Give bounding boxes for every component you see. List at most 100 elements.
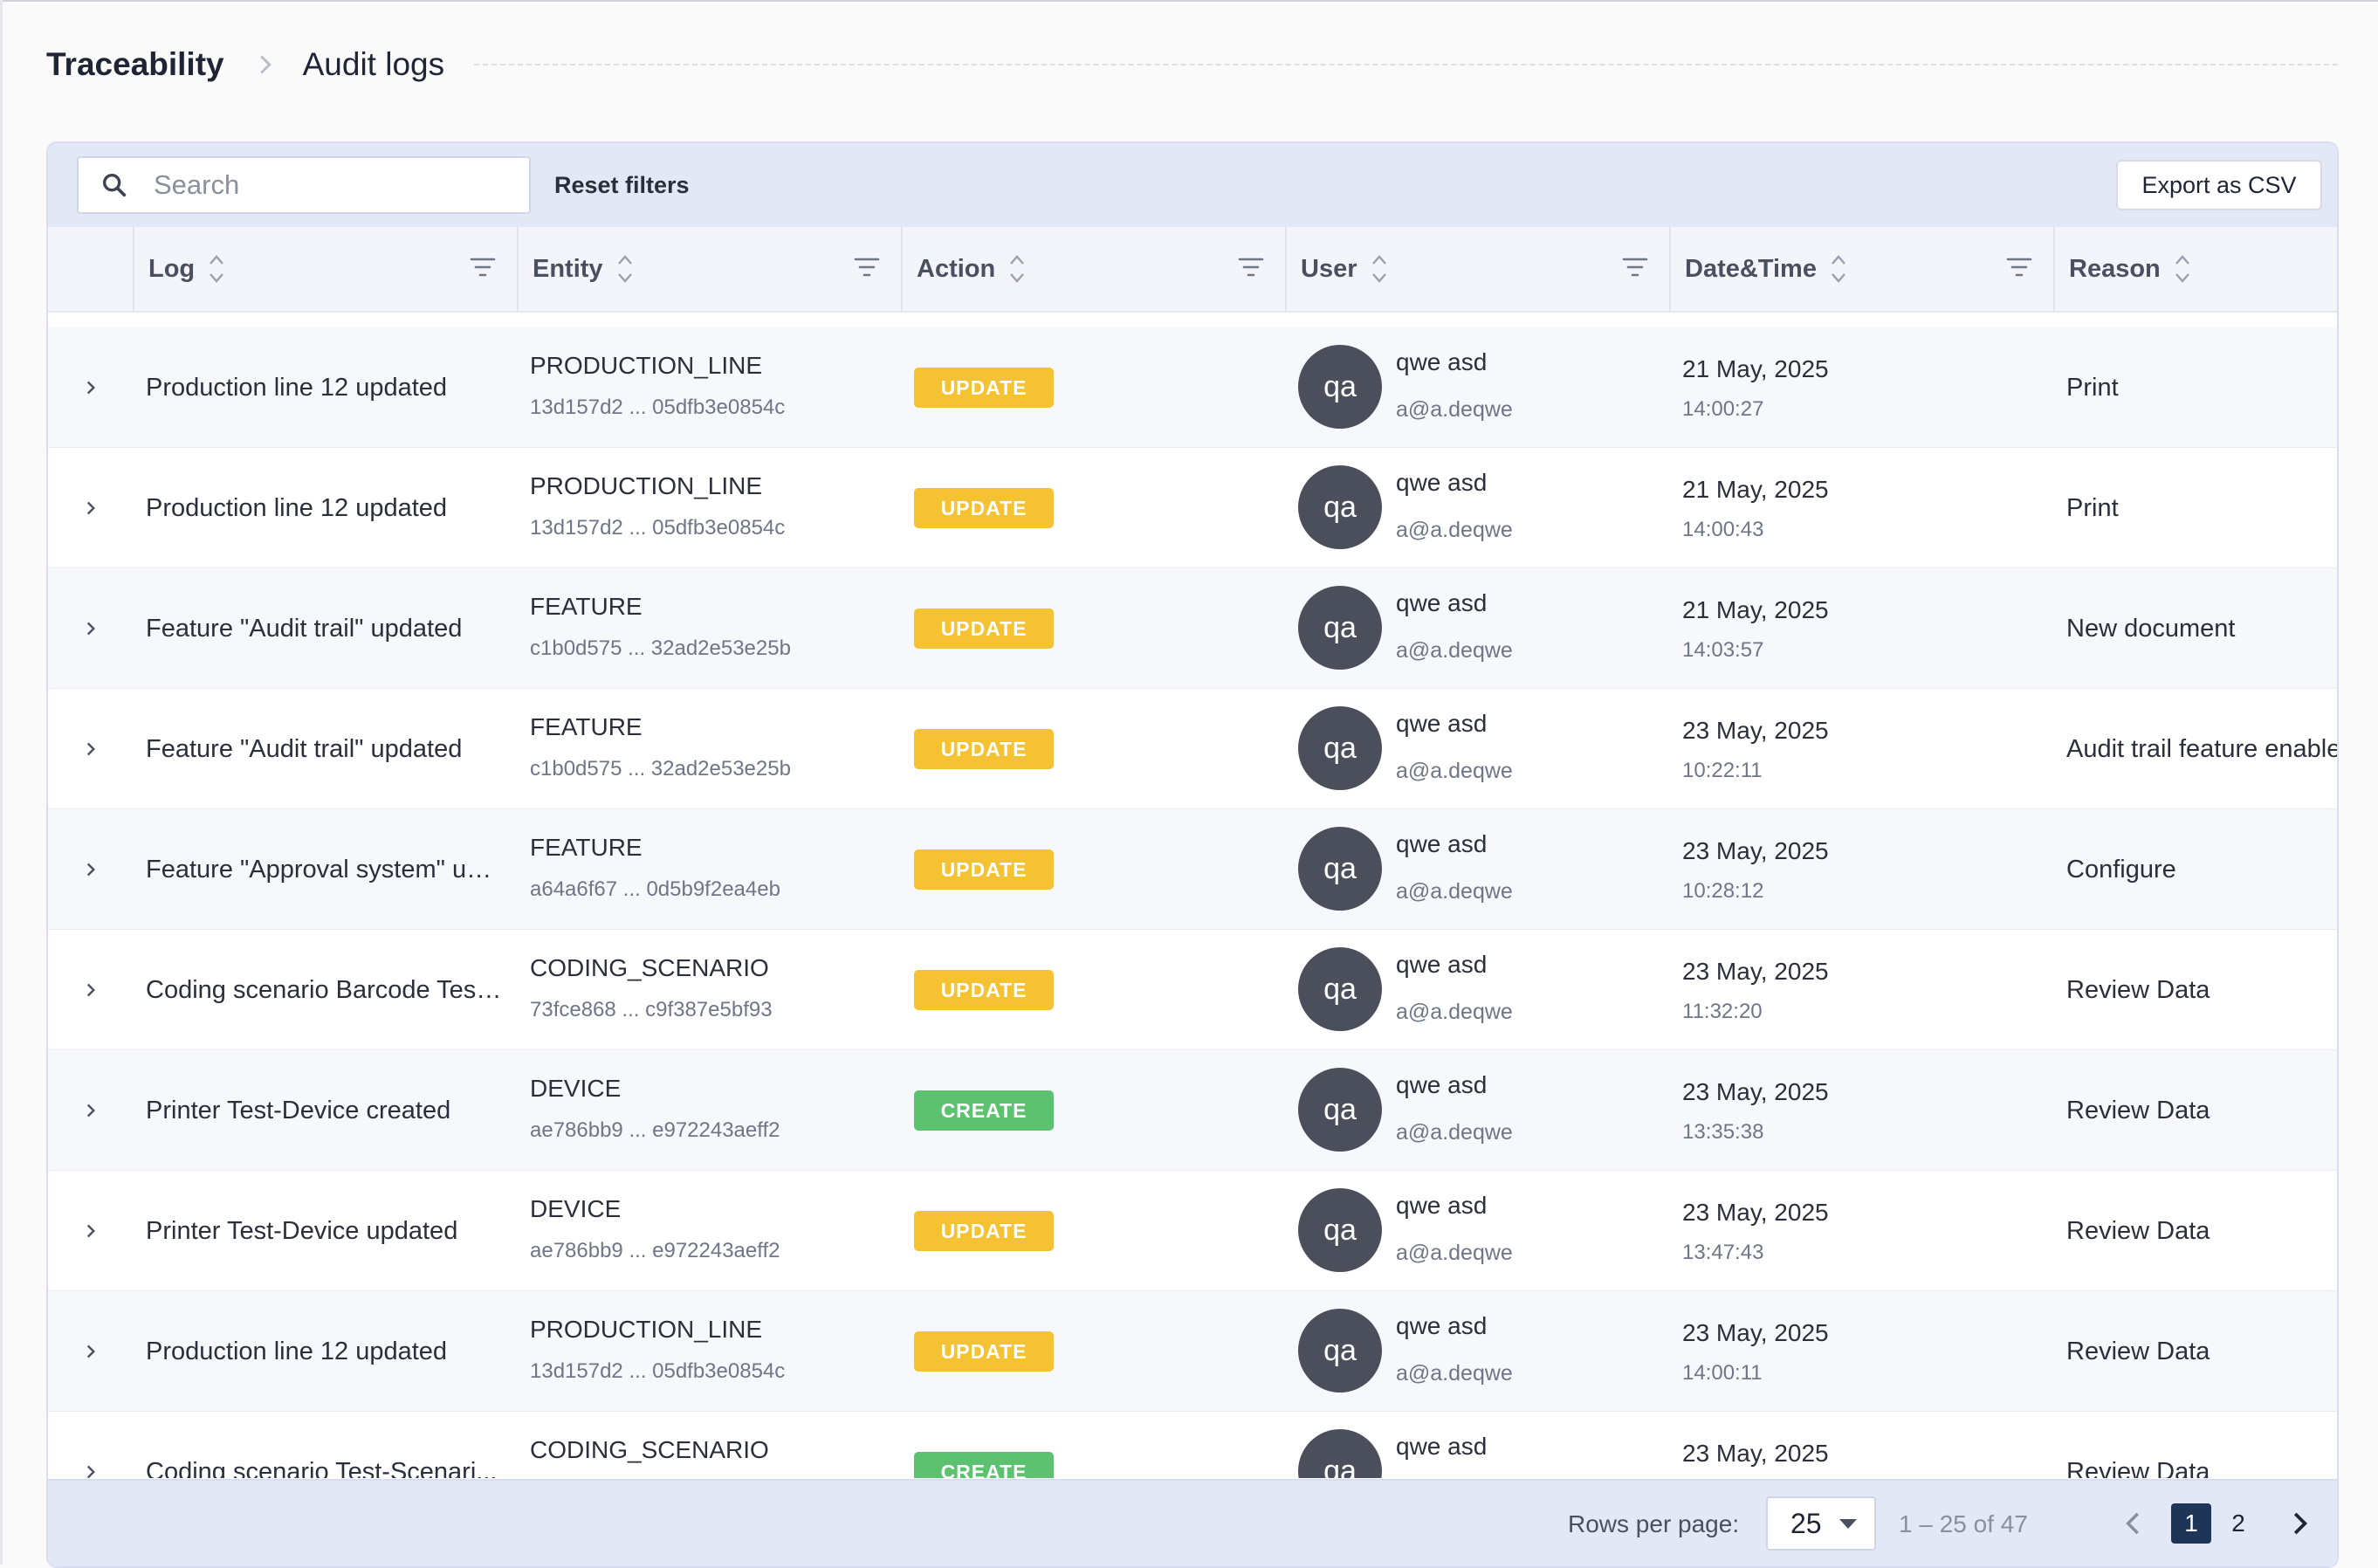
log-date: 21 May, 2025 — [1682, 596, 1829, 623]
column-header-label: Entity — [533, 254, 603, 283]
chevron-right-icon[interactable] — [79, 1099, 102, 1122]
user-name: qwe asd — [1396, 951, 1488, 978]
table-row[interactable]: Feature "Audit trail" updated FEATURE c1b0… — [48, 568, 2337, 689]
user-email: a@a.deqwe — [1396, 638, 1513, 663]
action-badge: UPDATE — [914, 368, 1054, 408]
log-cell: Printer Test-Device updated — [133, 1171, 517, 1291]
reason-cell: New document — [2053, 568, 2337, 689]
chevron-right-icon[interactable] — [79, 979, 102, 1001]
reset-filters-button[interactable]: Reset filters — [554, 172, 690, 199]
user-name: qwe asd — [1396, 1433, 1488, 1460]
user-cell: qa qwe asd a@a.deqwe — [1285, 1291, 1669, 1412]
user-email: a@a.deqwe — [1396, 759, 1513, 783]
avatar: qa — [1298, 1188, 1382, 1272]
table-toolbar: Reset filters Export as CSV — [48, 143, 2337, 227]
chevron-right-icon[interactable] — [79, 1461, 102, 1478]
column-header-action[interactable]: Action — [901, 227, 1285, 311]
chevron-right-icon[interactable] — [79, 858, 102, 881]
entity-type: CODING_SCENARIO — [530, 954, 769, 981]
log-date: 23 May, 2025 — [1682, 1199, 1829, 1226]
filter-icon[interactable] — [1622, 257, 1648, 278]
sort-icon[interactable] — [207, 251, 226, 286]
column-header-label: Log — [148, 254, 196, 283]
log-cell: Feature "Audit trail" updated — [133, 689, 517, 809]
reason-text: Review Data — [2066, 1457, 2210, 1479]
avatar: qa — [1298, 465, 1382, 549]
table-body: Production line 12 updated PRODUCTION_LIN… — [48, 327, 2337, 1478]
rows-per-page-select[interactable]: 25 — [1766, 1496, 1876, 1551]
page-button-2[interactable]: 2 — [2218, 1503, 2258, 1544]
table-row[interactable]: Coding scenario Barcode Test... CODING_SC… — [48, 930, 2337, 1050]
table-row[interactable]: Production line 12 updated PRODUCTION_LIN… — [48, 1291, 2337, 1412]
user-cell: qa qwe asd a@a.deqwe — [1285, 448, 1669, 568]
search-input[interactable] — [152, 168, 505, 202]
action-badge: UPDATE — [914, 970, 1054, 1010]
search-field[interactable] — [77, 156, 531, 214]
log-date: 23 May, 2025 — [1682, 958, 1829, 985]
expand-cell — [48, 1050, 133, 1171]
chevron-right-icon[interactable] — [79, 1220, 102, 1242]
reason-cell: Review Data — [2053, 1171, 2337, 1291]
expand-cell — [48, 809, 133, 930]
log-text: Printer Test-Device created — [146, 1096, 451, 1124]
table-row[interactable]: Feature "Audit trail" updated FEATURE c1b0… — [48, 689, 2337, 809]
expand-cell — [48, 1412, 133, 1478]
table-row[interactable]: Production line 12 updated PRODUCTION_LIN… — [48, 327, 2337, 448]
avatar: qa — [1298, 1068, 1382, 1152]
export-csv-button[interactable]: Export as CSV — [2116, 160, 2322, 210]
column-header-datetime[interactable]: Date&Time — [1669, 227, 2053, 311]
audit-log-card: Reset filters Export as CSV Log Entity Act… — [46, 141, 2339, 1568]
column-header-reason[interactable]: Reason — [2053, 227, 2337, 311]
log-cell: Production line 12 updated — [133, 327, 517, 448]
reason-text: Review Data — [2066, 1096, 2210, 1124]
user-name: qwe asd — [1396, 710, 1488, 737]
action-badge: UPDATE — [914, 849, 1054, 890]
entity-id: 73fce868 ... c9f387e5bf93 — [530, 998, 773, 1021]
column-header-user[interactable]: User — [1285, 227, 1669, 311]
column-header-entity[interactable]: Entity — [517, 227, 901, 311]
table-row[interactable]: Printer Test-Device updated DEVICE ae786bb… — [48, 1171, 2337, 1291]
entity-cell: DEVICE ae786bb9 ... e972243aeff2 — [517, 1171, 901, 1291]
chevron-right-icon[interactable] — [79, 738, 102, 760]
chevron-right-icon[interactable] — [79, 1340, 102, 1363]
entity-id: 13d157d2 ... 05dfb3e0854c — [530, 516, 786, 540]
table-header: Log Entity Action User Date&Time Reason — [48, 227, 2337, 313]
chevron-right-icon[interactable] — [79, 617, 102, 640]
log-text: Coding scenario Test-Scenari... — [146, 1457, 498, 1479]
table-row[interactable]: Feature "Approval system" upd... FEATURE a… — [48, 809, 2337, 930]
window-top-border — [0, 0, 2378, 2]
expand-cell — [48, 568, 133, 689]
previous-page-icon[interactable] — [2117, 1507, 2150, 1540]
sort-icon[interactable] — [1829, 251, 1848, 286]
chevron-right-icon[interactable] — [79, 376, 102, 399]
page-button-1[interactable]: 1 — [2171, 1503, 2211, 1544]
avatar: qa — [1298, 586, 1382, 670]
entity-id: ae786bb9 ... e972243aeff2 — [530, 1118, 780, 1142]
chevron-right-icon[interactable] — [79, 497, 102, 519]
sort-icon[interactable] — [615, 251, 635, 286]
log-text: Coding scenario Barcode Test... — [146, 975, 504, 1004]
reason-cell: Print — [2053, 327, 2337, 448]
table-row[interactable]: Coding scenario Test-Scenari... CODING_SC… — [48, 1412, 2337, 1478]
filter-icon[interactable] — [470, 257, 496, 278]
sort-icon[interactable] — [1007, 251, 1027, 286]
breadcrumb-root-link[interactable]: Traceability — [46, 46, 224, 83]
filter-icon[interactable] — [1238, 257, 1264, 278]
breadcrumb: Traceability Audit logs — [46, 40, 2338, 89]
filter-icon[interactable] — [2006, 257, 2032, 278]
datetime-cell: 21 May, 2025 14:00:27 — [1669, 327, 2053, 448]
filter-icon[interactable] — [854, 257, 880, 278]
table-row[interactable]: Production line 12 updated PRODUCTION_LIN… — [48, 448, 2337, 568]
reason-text: Review Data — [2066, 1216, 2210, 1245]
column-header-log[interactable]: Log — [133, 227, 517, 311]
table-row[interactable]: Printer Test-Device created DEVICE ae786bb… — [48, 1050, 2337, 1171]
reason-cell: Print — [2053, 448, 2337, 568]
user-cell: qa qwe asd — [1285, 1412, 1669, 1478]
next-page-icon[interactable] — [2283, 1507, 2316, 1540]
sort-icon[interactable] — [2173, 251, 2192, 286]
log-text: Feature "Audit trail" updated — [146, 734, 463, 763]
action-badge: UPDATE — [914, 729, 1054, 769]
sort-icon[interactable] — [1370, 251, 1389, 286]
action-cell: UPDATE — [901, 1171, 1285, 1291]
user-name: qwe asd — [1396, 1312, 1488, 1339]
